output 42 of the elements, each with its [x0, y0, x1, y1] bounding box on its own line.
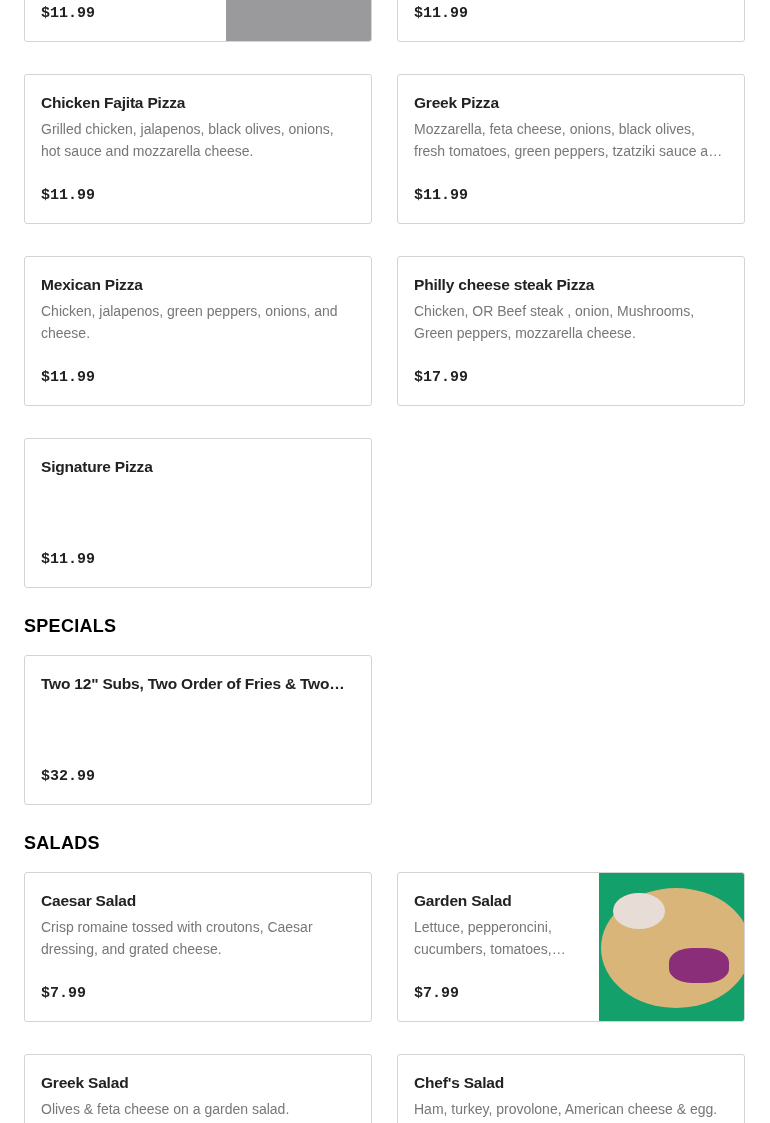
menu-item-card[interactable]: $11.99	[24, 0, 372, 42]
item-name: Mexican Pizza	[41, 275, 144, 295]
item-description: Chicken, OR Beef steak , onion, Mushrooms, Green peppers, mozzarella cheese.	[414, 302, 696, 343]
menu-item-card[interactable]: Two 12" Subs, Two Order of Fries & Two… $32.99	[24, 655, 372, 805]
item-name: Caesar Salad	[41, 891, 137, 911]
menu-item-card[interactable]: Chicken Fajita Pizza Grilled chicken, jalapenos, black olives, onions, hot sauce and mozzarella cheese. $11.99	[24, 74, 372, 224]
menu-item-card[interactable]: $11.99	[397, 0, 745, 42]
item-description: Chicken, jalapenos, green peppers, onions, and cheese.	[41, 302, 339, 343]
menu-item-card[interactable]: Chef's Salad Ham, turkey, provolone, American cheese & egg.	[397, 1054, 745, 1123]
item-price: $11.99	[41, 187, 96, 204]
item-name: Signature Pizza	[41, 457, 154, 477]
menu-item-card[interactable]: Philly cheese steak Pizza Chicken, OR Beef steak , onion, Mushrooms, Green peppers, mozzarella cheese. $17.99	[397, 256, 745, 406]
section-heading: SALADS	[24, 833, 101, 854]
menu-item-card[interactable]: Greek Pizza Mozzarella, feta cheese, onions, black olives, fresh tomatoes, green peppers, tzatziki sauce a… $11.99	[397, 74, 745, 224]
item-name: Philly cheese steak Pizza	[414, 275, 596, 295]
item-description: Ham, turkey, provolone, American cheese & egg.	[414, 1100, 719, 1119]
item-price: $7.99	[414, 985, 460, 1002]
item-name: Greek Salad	[41, 1073, 130, 1093]
item-price: $32.99	[41, 768, 96, 785]
item-description: Mozzarella, feta cheese, onions, black olives, fresh tomatoes, green peppers, tzatziki sauce a…	[414, 120, 724, 161]
item-price: $17.99	[414, 369, 469, 386]
menu-item-card[interactable]: Mexican Pizza Chicken, jalapenos, green peppers, onions, and cheese. $11.99	[24, 256, 372, 406]
item-price: $11.99	[41, 369, 96, 386]
item-price: $11.99	[41, 5, 96, 22]
item-price: $11.99	[41, 551, 96, 568]
item-price: $11.99	[414, 5, 469, 22]
item-name: Greek Pizza	[414, 93, 501, 113]
item-name: Two 12" Subs, Two Order of Fries & Two…	[41, 674, 346, 694]
item-name: Chef's Salad	[414, 1073, 505, 1093]
item-price: $11.99	[414, 187, 469, 204]
menu-item-card[interactable]: Signature Pizza $11.99	[24, 438, 372, 588]
item-description: Grilled chicken, jalapenos, black olives, onions, hot sauce and mozzarella cheese.	[41, 120, 335, 161]
item-description: Olives & feta cheese on a garden salad.	[41, 1100, 291, 1119]
item-name: Chicken Fajita Pizza	[41, 93, 187, 113]
item-description: Crisp romaine tossed with croutons, Caesar dressing, and grated cheese.	[41, 918, 314, 959]
menu-item-card[interactable]: Garden Salad Lettuce, pepperoncini, cucumbers, tomatoes,… $7.99	[397, 872, 745, 1022]
menu-item-card[interactable]: Greek Salad Olives & feta cheese on a garden salad.	[24, 1054, 372, 1123]
item-name: Garden Salad	[414, 891, 513, 911]
item-price: $7.99	[41, 985, 87, 1002]
section-heading: SPECIALS	[24, 616, 118, 637]
item-description: Lettuce, pepperoncini, cucumbers, tomatoes,…	[414, 918, 567, 959]
menu-item-card[interactable]: Caesar Salad Crisp romaine tossed with croutons, Caesar dressing, and grated cheese. $7.99	[24, 872, 372, 1022]
